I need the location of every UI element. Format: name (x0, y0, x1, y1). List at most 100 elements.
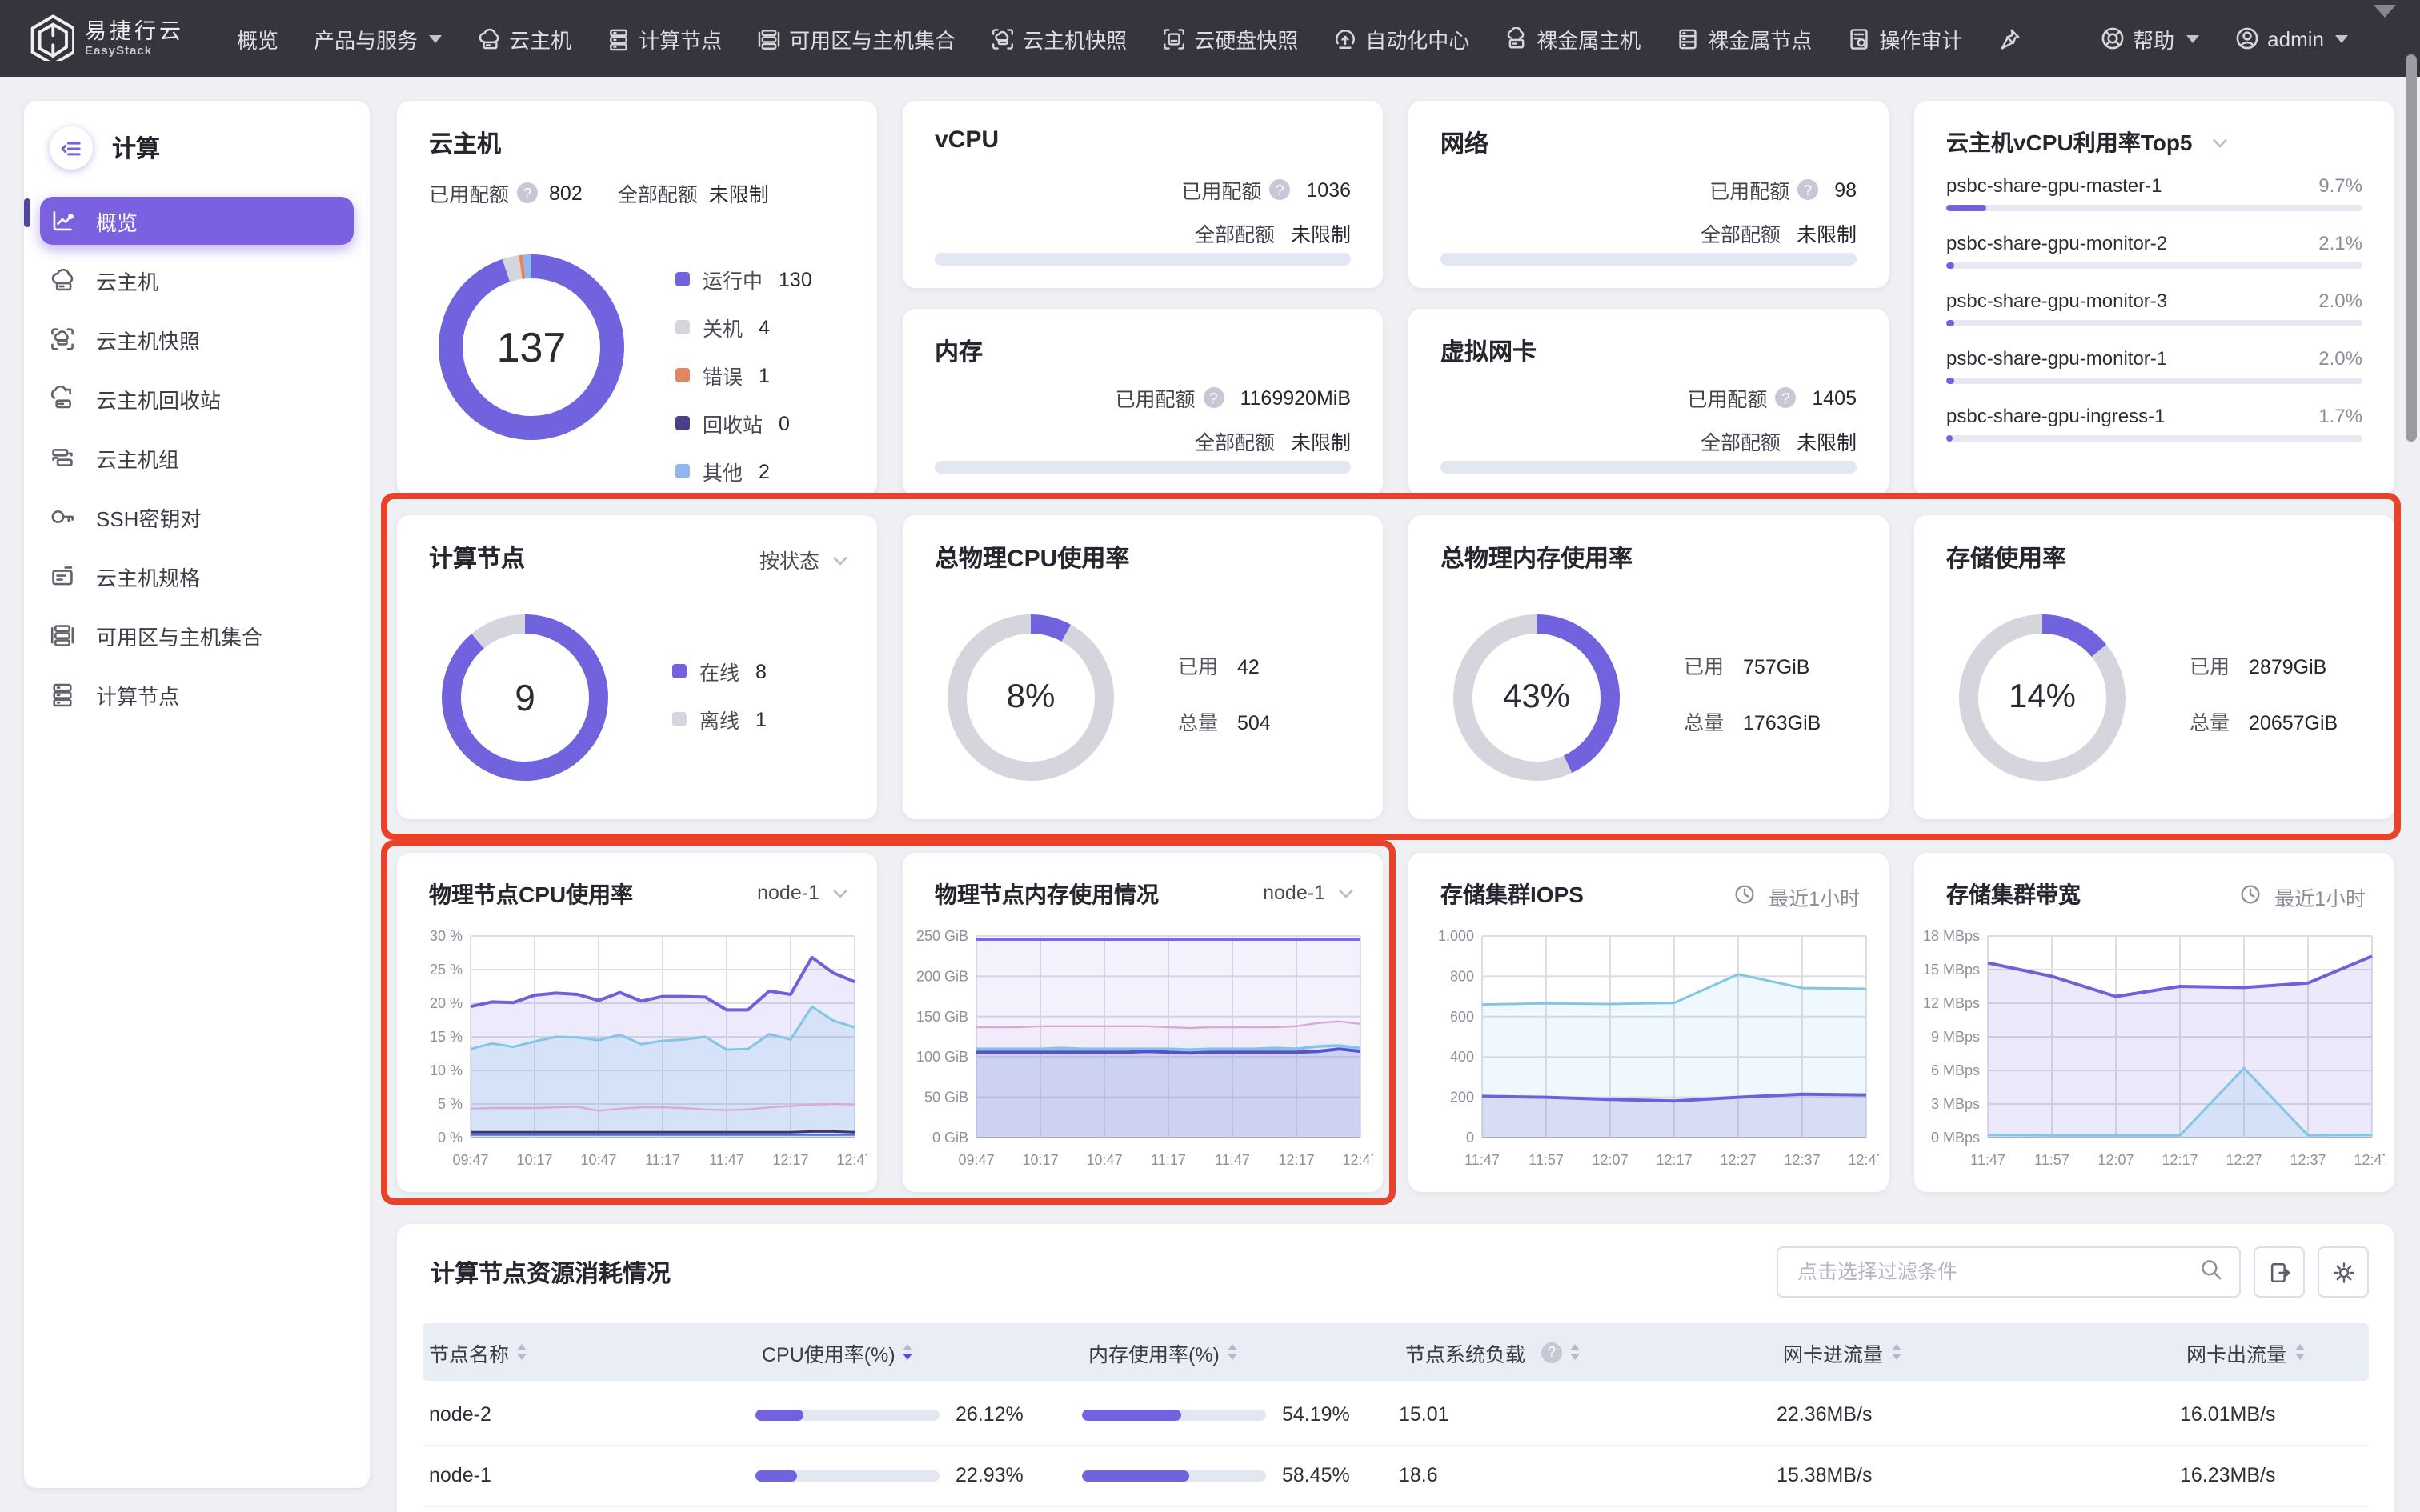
svg-text:11:57: 11:57 (2034, 1152, 2069, 1168)
nav-item-2[interactable]: 产品与服务 (314, 23, 442, 54)
nav-item-4[interactable]: 计算节点 (607, 23, 722, 54)
used-quota-row: 已用配额?1169920MiB (1115, 382, 1351, 413)
filter-search-input[interactable] (1794, 1259, 2199, 1285)
node-selector-dropdown[interactable]: node-1 (757, 882, 848, 904)
column-header-1[interactable]: 节点名称 (423, 1337, 755, 1367)
nav-item-8[interactable]: 自动化中心 (1333, 23, 1469, 54)
vm-status-legend-item: 错误1 (675, 360, 812, 390)
column-header-3[interactable]: 内存使用率(%) (1082, 1337, 1399, 1367)
sort-down-icon (1891, 1354, 1901, 1360)
quota-values: 已用配额?1036全部配额未限制 (1181, 162, 1351, 248)
sort-arrows[interactable] (517, 1344, 527, 1360)
svg-text:25 %: 25 % (430, 962, 463, 978)
svg-text:12:47: 12:47 (836, 1152, 867, 1168)
sidebar-item-2[interactable]: 云主机 (40, 256, 354, 304)
card-title: 计算节点 (429, 541, 525, 574)
status-filter-dropdown[interactable]: 按状态 (759, 544, 848, 574)
node-name-cell: node-2 (423, 1403, 755, 1426)
vm-status-donut: 137 (439, 254, 624, 440)
recycle-icon (50, 386, 75, 411)
svg-text:12:17: 12:17 (1656, 1152, 1692, 1168)
vm-vcpu-usage: 2.0% (2318, 290, 2362, 312)
nav-item-1[interactable]: 概览 (237, 23, 278, 54)
legend-value: 0 (779, 412, 790, 434)
help-menu[interactable]: 帮助 (2099, 23, 2198, 54)
sort-arrows[interactable] (1570, 1344, 1580, 1360)
nav-item-5[interactable]: 可用区与主机集合 (757, 23, 956, 54)
total-quota-row: 全部配额未限制 (1687, 426, 1857, 456)
used-quota-label: 已用配额 (1115, 382, 1195, 413)
legend-label: 在线 (699, 656, 739, 686)
donut-center-value: 43% (1453, 614, 1620, 781)
collapse-menu-icon[interactable] (50, 126, 93, 170)
quota-values: 已用配额?1169920MiB全部配额未限制 (1115, 370, 1351, 456)
help-icon[interactable]: ? (517, 182, 538, 203)
scroll-arrow-icon (2374, 5, 2396, 18)
nav-item-7[interactable]: 云硬盘快照 (1162, 23, 1298, 54)
chevron-down-icon (832, 882, 848, 904)
baremetal-host-icon (1504, 26, 1529, 50)
host-group-icon (50, 445, 75, 470)
svg-text:12:47: 12:47 (1342, 1152, 1373, 1168)
cloud-host-icon (50, 267, 75, 293)
sort-arrows[interactable] (2294, 1344, 2304, 1360)
column-header-2[interactable]: CPU使用率(%) (755, 1337, 1082, 1367)
sort-arrows[interactable] (1891, 1344, 1901, 1360)
scrollbar-thumb[interactable] (2406, 54, 2417, 442)
sidebar-item-9[interactable]: 计算节点 (40, 670, 354, 718)
export-button[interactable] (2254, 1246, 2305, 1298)
nav-item-10[interactable]: 裸金属节点 (1676, 23, 1812, 54)
top5-dropdown[interactable] (2212, 131, 2228, 154)
column-header-4[interactable]: 节点系统负载? (1399, 1337, 1777, 1367)
nav-item-11[interactable]: 操作审计 (1847, 23, 1962, 54)
used-label: 已用 (2190, 656, 2230, 678)
node-selector-dropdown[interactable]: node-1 (1263, 882, 1354, 904)
usage-donut: 43% (1453, 614, 1620, 781)
total-label: 总量 (1684, 712, 1724, 734)
sidebar-item-1[interactable]: 概览 (40, 197, 354, 245)
used-quota-value: 1405 (1812, 386, 1857, 409)
svg-text:30 %: 30 % (430, 928, 463, 944)
help-icon[interactable]: ? (1775, 387, 1796, 408)
help-icon[interactable]: ? (1203, 387, 1224, 408)
table-settings-button[interactable] (2318, 1246, 2369, 1298)
used-label: 已用 (1684, 656, 1724, 678)
legend-swatch (675, 368, 690, 382)
sort-arrows[interactable] (903, 1344, 913, 1360)
caret-down-icon (2335, 34, 2348, 42)
column-header-5[interactable]: 网卡进流量 (1777, 1337, 2180, 1367)
chart-card-4: 存储集群带宽最近1小时18 MBps15 MBps12 MBps9 MBps6 … (1914, 853, 2394, 1192)
sidebar-item-label: 云主机组 (96, 442, 179, 473)
sidebar-item-3[interactable]: 云主机快照 (40, 315, 354, 363)
svg-text:10:17: 10:17 (516, 1152, 552, 1168)
sidebar-item-4[interactable]: 云主机回收站 (40, 374, 354, 422)
pin-nav-button[interactable] (1997, 26, 2021, 50)
help-icon[interactable]: ? (1269, 179, 1290, 200)
sidebar-header: 计算 (24, 101, 370, 186)
user-menu[interactable]: admin (2234, 26, 2348, 51)
chart-card-3: 存储集群IOPS最近1小时1,000800600400200011:4711:5… (1408, 853, 1889, 1192)
filter-search-box[interactable] (1777, 1246, 2241, 1298)
sidebar-item-5[interactable]: 云主机组 (40, 434, 354, 482)
nav-item-6[interactable]: 云主机快照 (991, 23, 1127, 54)
sort-arrows[interactable] (1228, 1344, 1237, 1360)
help-icon[interactable]: ? (1797, 179, 1818, 200)
chart-card-2: 物理节点内存使用情况node-1250 GiB200 GiB150 GiB100… (903, 853, 1383, 1192)
quota-card-1: vCPU已用配额?1036全部配额未限制 (903, 101, 1383, 288)
used-row: 已用42 (1178, 650, 1271, 680)
column-header-6[interactable]: 网卡出流量 (2180, 1337, 2369, 1367)
sidebar: 计算 概览云主机云主机快照云主机回收站云主机组 SSH密钥对云主机规格可用区与主机… (24, 101, 370, 1488)
sidebar-item-7[interactable]: 云主机规格 (40, 552, 354, 600)
used-value: 757GiB (1743, 656, 1809, 678)
sidebar-item-6[interactable]: SSH密钥对 (40, 493, 354, 541)
nav-item-label: 裸金属主机 (1537, 23, 1641, 54)
nav-item-9[interactable]: 裸金属主机 (1504, 23, 1641, 54)
svg-text:800: 800 (1450, 968, 1474, 984)
help-icon[interactable]: ? (1541, 1342, 1562, 1362)
nav-item-3[interactable]: 云主机 (477, 23, 571, 54)
search-icon[interactable] (2199, 1258, 2223, 1286)
sidebar-item-8[interactable]: 可用区与主机集合 (40, 611, 354, 659)
quota-card-2: 网络已用配额?98全部配额未限制 (1408, 101, 1889, 288)
quota-line: 已用配额 ? 802 全部配额 未限制 (429, 178, 769, 208)
total-value: 504 (1237, 712, 1271, 734)
